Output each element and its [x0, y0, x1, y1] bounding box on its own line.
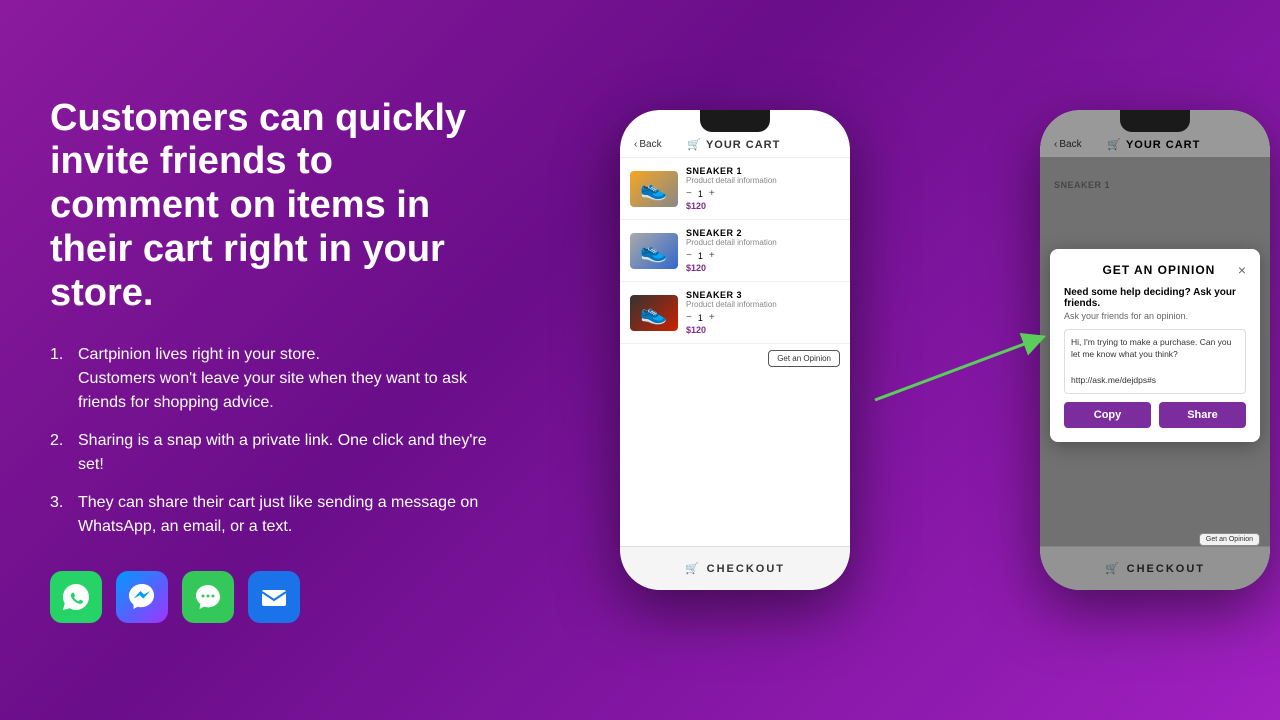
qty-val-2: 1	[698, 251, 703, 261]
messenger-icon	[116, 571, 168, 623]
item-detail-2: Product detail information	[686, 238, 840, 247]
feature-1-title: Cartpinion lives right in your store.	[78, 346, 320, 363]
whatsapp-icon	[50, 571, 102, 623]
modal-close-button[interactable]: ×	[1238, 263, 1246, 277]
cart-title-1: 🛒 YOUR CART	[662, 138, 806, 151]
cart-item-2: 👟 SNEAKER 2 Product detail information −…	[620, 220, 850, 282]
get-opinion-button-2[interactable]: Get an Opinion	[1199, 533, 1260, 546]
item-qty-3: − 1 +	[686, 312, 840, 323]
qty-minus-3[interactable]: −	[686, 312, 692, 323]
feature-item-1: Cartpinion lives right in your store. Cu…	[50, 343, 510, 415]
modal-actions: Copy Share	[1064, 402, 1246, 428]
sneaker-2-image: 👟	[630, 233, 678, 269]
mail-icon	[248, 571, 300, 623]
sneaker-3-image: 👟	[630, 295, 678, 331]
item-price-3: $120	[686, 325, 840, 335]
feature-1-body: Customers won't leave your site when the…	[78, 370, 467, 411]
share-button[interactable]: Share	[1159, 402, 1246, 428]
qty-minus-2[interactable]: −	[686, 250, 692, 261]
headline: Customers can quickly invite friends to …	[50, 97, 510, 315]
feature-3-title: They can share their cart just like send…	[78, 494, 478, 535]
back-label-1: Back	[639, 139, 661, 150]
sneaker-1-image: 👟	[630, 171, 678, 207]
left-panel: Customers can quickly invite friends to …	[0, 57, 560, 663]
cart-icon-1: 🛒	[687, 138, 702, 151]
modal-title: GET AN OPINION	[1080, 263, 1238, 277]
item-qty-2: − 1 +	[686, 250, 840, 261]
phone-2-notch	[1120, 110, 1190, 132]
qty-minus-1[interactable]: −	[686, 188, 692, 199]
checkout-footer-1[interactable]: 🛒 CHECKOUT	[620, 546, 850, 590]
item-info-2: SNEAKER 2 Product detail information − 1…	[686, 228, 840, 273]
item-price-2: $120	[686, 263, 840, 273]
back-button-1[interactable]: ‹ Back	[634, 139, 662, 150]
copy-button[interactable]: Copy	[1064, 402, 1151, 428]
item-info-1: SNEAKER 1 Product detail information − 1…	[686, 166, 840, 211]
app-icons-row	[50, 571, 510, 623]
item-price-1: $120	[686, 201, 840, 211]
qty-plus-3[interactable]: +	[709, 312, 715, 323]
qty-plus-1[interactable]: +	[709, 188, 715, 199]
qty-plus-2[interactable]: +	[709, 250, 715, 261]
opinion-btn-wrap: Get an Opinion	[620, 344, 850, 373]
item-name-1: SNEAKER 1	[686, 166, 840, 176]
imessage-icon	[182, 571, 234, 623]
arrow	[855, 320, 1075, 440]
cart-item-1: 👟 SNEAKER 1 Product detail information −…	[620, 158, 850, 220]
feature-2-title: Sharing is a snap with a private link. O…	[78, 432, 487, 473]
item-detail-3: Product detail information	[686, 300, 840, 309]
modal-ask-label: Ask your friends for an opinion.	[1064, 311, 1246, 321]
phones-area: ‹ Back 🛒 YOUR CART 👟 SNEAKER 1 Product d…	[560, 0, 1280, 720]
item-detail-1: Product detail information	[686, 176, 840, 185]
modal-header: GET AN OPINION ×	[1064, 263, 1246, 277]
cart-item-3: 👟 SNEAKER 3 Product detail information −…	[620, 282, 850, 344]
cart-items-1: 👟 SNEAKER 1 Product detail information −…	[620, 158, 850, 373]
get-opinion-modal: GET AN OPINION × Need some help deciding…	[1050, 249, 1260, 442]
checkout-label-1: CHECKOUT	[707, 563, 785, 575]
modal-message-textarea[interactable]: Hi, I'm trying to make a purchase. Can y…	[1064, 329, 1246, 394]
item-name-3: SNEAKER 3	[686, 290, 840, 300]
qty-val-1: 1	[698, 189, 703, 199]
modal-subtitle: Need some help deciding? Ask your friend…	[1064, 287, 1246, 309]
item-name-2: SNEAKER 2	[686, 228, 840, 238]
phone-1: ‹ Back 🛒 YOUR CART 👟 SNEAKER 1 Product d…	[620, 110, 850, 590]
item-qty-1: − 1 +	[686, 188, 840, 199]
feature-item-3: They can share their cart just like send…	[50, 491, 510, 539]
feature-item-2: Sharing is a snap with a private link. O…	[50, 429, 510, 477]
phone-1-notch	[700, 110, 770, 132]
item-info-3: SNEAKER 3 Product detail information − 1…	[686, 290, 840, 335]
qty-val-3: 1	[698, 313, 703, 323]
get-opinion-button-1[interactable]: Get an Opinion	[768, 350, 840, 367]
phone-1-screen: ‹ Back 🛒 YOUR CART 👟 SNEAKER 1 Product d…	[620, 110, 850, 590]
back-chevron-icon: ‹	[634, 139, 637, 150]
feature-list: Cartpinion lives right in your store. Cu…	[50, 343, 510, 539]
checkout-cart-icon-1: 🛒	[685, 562, 701, 575]
